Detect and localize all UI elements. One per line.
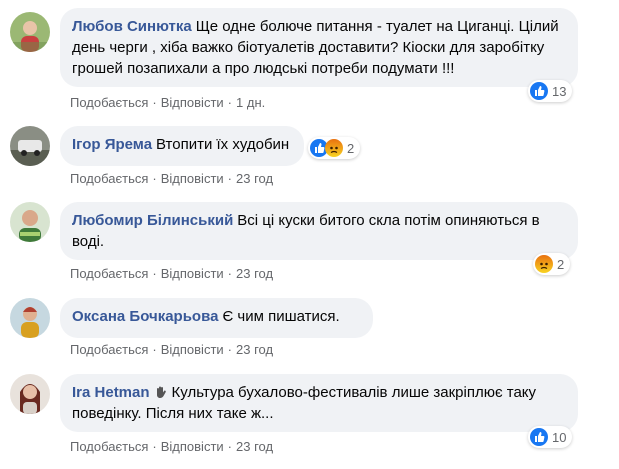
comment-time[interactable]: 23 год [236,342,273,357]
comment-bubble: Ira Hetman Культура бухалово-фестивалів л… [60,374,578,432]
like-icon [530,82,548,100]
comment-author[interactable]: Ігор Ярема [72,136,152,153]
separator: · [152,342,157,357]
reaction-summary[interactable]: 13 [528,80,573,102]
avatar[interactable] [10,298,50,338]
separator: · [152,439,157,454]
waving-hand-icon [154,384,168,398]
comment-time[interactable]: 23 год [236,171,273,186]
reply-button[interactable]: Відповісти [161,439,224,454]
comment-text: Є чим пишатися. [222,308,340,325]
comment-actions: Подобається · Відповісти · 1 дн. [70,95,265,110]
reply-button[interactable]: Відповісти [161,171,224,186]
comment-actions: Подобається · Відповісти · 23 год [70,342,273,357]
separator: · [152,95,157,110]
separator: · [152,266,157,281]
avatar[interactable] [10,126,50,166]
reply-button[interactable]: Відповісти [161,95,224,110]
comment-actions: Подобається · Відповісти · 23 год [70,266,273,281]
like-button[interactable]: Подобається [70,266,148,281]
angry-icon [535,255,553,273]
separator: · [227,95,233,110]
like-button[interactable]: Подобається [70,439,148,454]
like-icon [530,428,548,446]
comment-actions: Подобається · Відповісти · 23 год [70,171,273,186]
reaction-count: 10 [552,429,567,445]
like-button[interactable]: Подобається [70,95,148,110]
separator: · [227,171,233,186]
reaction-summary[interactable]: 10 [528,426,573,448]
comment-time[interactable]: 23 год [236,439,273,454]
reaction-count: 13 [552,83,567,99]
comment-author[interactable]: Оксана Бочкарьова [72,308,218,325]
like-button[interactable]: Подобається [70,171,148,186]
separator: · [227,439,233,454]
reaction-count: 2 [557,256,565,272]
comment-author[interactable]: Любомир Білинський [72,212,233,229]
angry-icon [325,139,343,157]
comment-bubble: Оксана Бочкарьова Є чим пишатися. [60,298,373,338]
reply-button[interactable]: Відповісти [161,342,224,357]
reaction-summary[interactable]: 2 [533,253,571,275]
reply-button[interactable]: Відповісти [161,266,224,281]
like-button[interactable]: Подобається [70,342,148,357]
comment-actions: Подобається · Відповісти · 23 год [70,439,273,454]
reaction-summary[interactable]: 2 [308,137,361,159]
avatar[interactable] [10,12,50,52]
comment-bubble: Любомир Білинський Всі ці куски битого ск… [60,202,578,260]
separator: · [227,266,233,281]
avatar[interactable] [10,374,50,414]
comment-time[interactable]: 23 год [236,266,273,281]
comment-bubble: Любов Синютка Ще одне болюче питання - ту… [60,8,578,87]
comment-author[interactable]: Любов Синютка [72,18,192,35]
reaction-count: 2 [347,140,355,156]
separator: · [227,342,233,357]
comment-text: Втопити їх худобин [156,136,290,153]
separator: · [152,171,157,186]
comment-author[interactable]: Ira Hetman [72,384,150,401]
comment-bubble: Ігор Ярема Втопити їх худобин [60,126,304,166]
comment-time[interactable]: 1 дн. [236,95,265,110]
avatar[interactable] [10,202,50,242]
